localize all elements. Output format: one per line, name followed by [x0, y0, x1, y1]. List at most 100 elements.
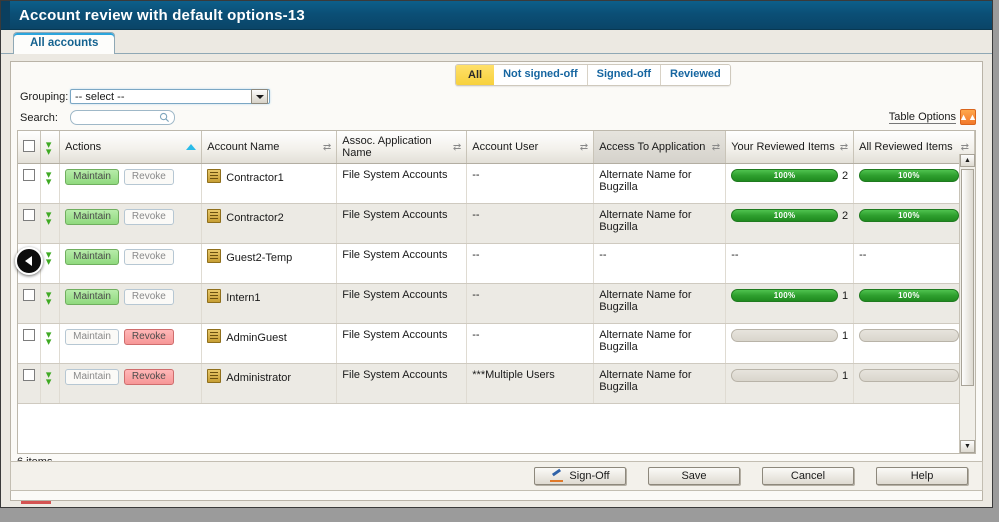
revoke-button[interactable]: Revoke — [124, 249, 174, 265]
filter-all[interactable]: All — [455, 64, 495, 86]
row-select-cell[interactable] — [18, 324, 40, 364]
row-expand-cell[interactable]: ▾▾ — [40, 364, 59, 404]
sign-off-button[interactable]: Sign-Off — [534, 467, 626, 485]
chevron-double-up-icon[interactable]: ▲▲ — [960, 109, 976, 125]
chevron-down-icon[interactable] — [251, 89, 268, 104]
row-expand-cell[interactable]: ▾▾ — [40, 164, 59, 204]
search-input[interactable] — [70, 110, 175, 125]
scroll-up-button[interactable]: ▲ — [960, 154, 975, 167]
maintain-button[interactable]: Maintain — [65, 369, 119, 385]
row-expand-cell[interactable]: ▾▾ — [40, 204, 59, 244]
revoke-button[interactable]: Revoke — [124, 209, 174, 225]
filter-not-signed-off[interactable]: Not signed-off — [494, 65, 588, 85]
scroll-down-button[interactable]: ▼ — [960, 440, 975, 453]
chevron-double-down-icon[interactable]: ▾▾ — [46, 369, 54, 386]
header-actions[interactable]: Actions — [60, 131, 202, 164]
filter-reviewed[interactable]: Reviewed — [661, 65, 730, 85]
header-account-user[interactable]: Account User⇄ — [467, 131, 594, 164]
chevron-double-down-icon[interactable]: ▾▾ — [46, 209, 54, 226]
account-name-text: Administrator — [226, 372, 291, 384]
cell-actions[interactable]: Maintain Revoke — [60, 324, 202, 364]
cell-account-name[interactable]: Contractor1 — [202, 164, 337, 204]
progress-group: 100%1 — [731, 289, 848, 302]
row-checkbox[interactable] — [23, 209, 35, 221]
chevron-double-down-icon[interactable]: ▾▾ — [46, 289, 54, 306]
header-your-reviewed-items[interactable]: Your Reviewed Items⇄ — [726, 131, 854, 164]
tab-all-accounts[interactable]: All accounts — [13, 32, 115, 54]
row-select-cell[interactable] — [18, 164, 40, 204]
progress-bar: 100% — [859, 289, 959, 302]
revoke-button[interactable]: Revoke — [124, 329, 174, 345]
header-all-reviewed-items[interactable]: All Reviewed Items⇄ — [854, 131, 975, 164]
progress-bar — [859, 329, 959, 342]
maintain-button[interactable]: Maintain — [65, 209, 119, 225]
cancel-button[interactable]: Cancel — [762, 467, 854, 485]
row-expand-cell[interactable]: ▾▾ — [40, 244, 59, 284]
row-select-cell[interactable] — [18, 284, 40, 324]
save-button[interactable]: Save — [648, 467, 740, 485]
grouping-select[interactable]: -- select -- — [70, 89, 270, 104]
filter-signed-off[interactable]: Signed-off — [588, 65, 661, 85]
chevron-double-down-icon[interactable]: ▾▾ — [46, 169, 54, 186]
revoke-button[interactable]: Revoke — [124, 169, 174, 185]
chevron-double-down-icon[interactable]: ▾▾ — [46, 139, 54, 156]
cell-account-name[interactable]: Contractor2 — [202, 204, 337, 244]
row-checkbox[interactable] — [23, 289, 35, 301]
account-name-text: Guest2-Temp — [226, 252, 292, 264]
cell-actions[interactable]: Maintain Revoke — [60, 244, 202, 284]
cell-account-name[interactable]: AdminGuest — [202, 324, 337, 364]
column-resize-handle[interactable]: ⇄ — [961, 142, 969, 153]
header-account-name[interactable]: Account Name⇄ — [202, 131, 337, 164]
header-expand-all[interactable]: ▾▾ — [40, 131, 59, 164]
row-checkbox[interactable] — [23, 169, 35, 181]
header-assoc-app[interactable]: Assoc. Application Name⇄ — [337, 131, 467, 164]
row-checkbox[interactable] — [23, 369, 35, 381]
cell-account-name[interactable]: Guest2-Temp — [202, 244, 337, 284]
cell-actions[interactable]: Maintain Revoke — [60, 164, 202, 204]
filter-button-group: All Not signed-off Signed-off Reviewed — [455, 64, 731, 86]
table-row[interactable]: ▾▾MaintainRevokeGuest2-TempFile System A… — [18, 244, 975, 284]
table-row[interactable]: ▾▾MaintainRevokeContractor2File System A… — [18, 204, 975, 244]
account-icon — [207, 249, 221, 263]
row-checkbox[interactable] — [23, 329, 35, 341]
cell-actions[interactable]: Maintain Revoke — [60, 364, 202, 404]
select-all-checkbox[interactable] — [23, 140, 35, 152]
cell-actions[interactable]: Maintain Revoke — [60, 284, 202, 324]
back-cursor-overlay[interactable] — [15, 247, 43, 275]
cell-account-name[interactable]: Administrator — [202, 364, 337, 404]
table-row[interactable]: ▾▾MaintainRevokeAdministratorFile System… — [18, 364, 975, 404]
column-resize-handle[interactable]: ⇄ — [453, 142, 461, 153]
revoke-button[interactable]: Revoke — [124, 289, 174, 305]
column-resize-handle[interactable]: ⇄ — [840, 142, 848, 153]
grid-vertical-scrollbar[interactable]: ▲ ▼ — [959, 154, 975, 453]
column-resize-handle[interactable]: ⇄ — [580, 142, 588, 153]
column-resize-handle[interactable]: ⇄ — [323, 142, 331, 153]
header-select-all[interactable] — [18, 131, 40, 164]
chevron-double-down-icon[interactable]: ▾▾ — [46, 249, 54, 266]
row-expand-cell[interactable]: ▾▾ — [40, 324, 59, 364]
row-select-cell[interactable] — [18, 364, 40, 404]
progress-label: 100% — [860, 290, 958, 301]
maintain-button[interactable]: Maintain — [65, 169, 119, 185]
table-row[interactable]: ▾▾MaintainRevokeAdminGuestFile System Ac… — [18, 324, 975, 364]
reviewed-count: 1 — [842, 370, 848, 382]
table-options-label: Table Options — [889, 111, 956, 124]
table-row[interactable]: ▾▾MaintainRevokeContractor1File System A… — [18, 164, 975, 204]
chevron-double-down-icon[interactable]: ▾▾ — [46, 329, 54, 346]
filter-signed-off-label: Signed-off — [597, 68, 651, 80]
column-resize-handle[interactable]: ⇄ — [712, 142, 720, 153]
scrollbar-thumb[interactable] — [961, 169, 974, 386]
table-row[interactable]: ▾▾MaintainRevokeIntern1File System Accou… — [18, 284, 975, 324]
cell-account-name[interactable]: Intern1 — [202, 284, 337, 324]
cell-actions[interactable]: Maintain Revoke — [60, 204, 202, 244]
row-select-cell[interactable] — [18, 204, 40, 244]
table-options[interactable]: Table Options ▲▲ — [889, 109, 976, 125]
maintain-button[interactable]: Maintain — [65, 329, 119, 345]
maintain-button[interactable]: Maintain — [65, 249, 119, 265]
help-button[interactable]: Help — [876, 467, 968, 485]
revoke-button[interactable]: Revoke — [124, 369, 174, 385]
row-expand-cell[interactable]: ▾▾ — [40, 284, 59, 324]
maintain-button[interactable]: Maintain — [65, 289, 119, 305]
header-access-to-application[interactable]: Access To Application⇄ — [594, 131, 726, 164]
reviewed-count: 2 — [842, 170, 848, 182]
